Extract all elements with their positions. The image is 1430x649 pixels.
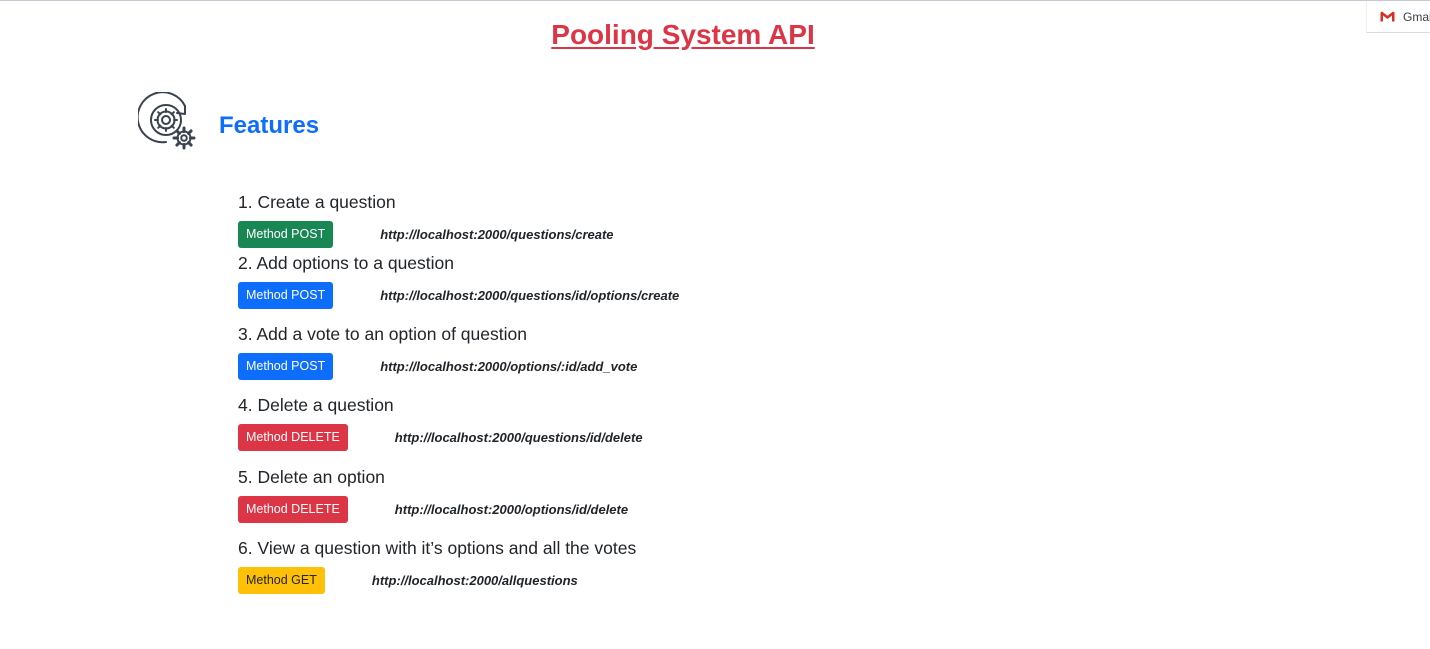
method-badge-post[interactable]: Method POST xyxy=(238,353,334,380)
endpoint-url: http://localhost:2000/questions/id/optio… xyxy=(380,288,680,303)
feature-label: 5. Delete an option xyxy=(238,467,385,487)
method-badge-post[interactable]: Method POST xyxy=(238,282,334,309)
endpoint-url: http://localhost:2000/options/id/delete xyxy=(394,502,629,517)
gmail-icon xyxy=(1380,11,1395,22)
feature-label: 3. Add a vote to an option of question xyxy=(238,324,527,344)
feature-item-view-question: 6. View a question with it’s options and… xyxy=(238,537,636,594)
page-title: Pooling System API xyxy=(551,19,815,50)
feature-item-add-vote: 3. Add a vote to an option of question M… xyxy=(238,323,637,380)
method-badge-get[interactable]: Method GET xyxy=(238,567,325,594)
features-title: Features xyxy=(219,112,320,139)
feature-label: 1. Create a question xyxy=(238,192,396,212)
top-border xyxy=(0,0,1430,1)
feature-label: 6. View a question with it’s options and… xyxy=(238,538,637,558)
endpoint-url: http://localhost:2000/options/:id/add_vo… xyxy=(380,359,638,374)
endpoint-url: http://localhost:2000/questions/id/delet… xyxy=(394,430,643,445)
features-header: Features xyxy=(136,91,320,160)
feature-item-create-question: 1. Create a question Method POST http://… xyxy=(238,191,614,248)
settings-gears-icon xyxy=(136,91,201,160)
gmail-shortcut[interactable]: Gmail xyxy=(1366,1,1430,33)
endpoint-url: http://localhost:2000/allquestions xyxy=(371,573,578,588)
endpoint-url: http://localhost:2000/questions/create xyxy=(380,227,614,242)
method-badge-post[interactable]: Method POST xyxy=(238,221,334,248)
gmail-label: Gmail xyxy=(1403,9,1430,24)
feature-label: 2. Add options to a question xyxy=(238,253,454,273)
feature-item-delete-question: 4. Delete a question Method DELETE http:… xyxy=(238,394,643,451)
method-badge-delete[interactable]: Method DELETE xyxy=(238,424,348,451)
feature-item-delete-option: 5. Delete an option Method DELETE http:/… xyxy=(238,466,628,523)
feature-item-add-options: 2. Add options to a question Method POST… xyxy=(238,252,679,309)
method-badge-delete[interactable]: Method DELETE xyxy=(238,496,348,523)
feature-label: 4. Delete a question xyxy=(238,395,394,415)
